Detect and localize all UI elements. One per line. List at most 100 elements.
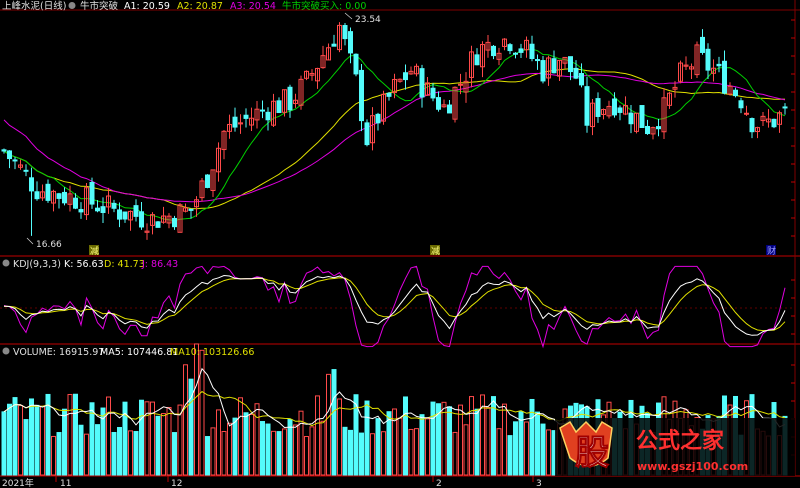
candle-body <box>447 104 452 114</box>
candle-body <box>716 63 722 67</box>
svg-text:减: 减 <box>431 245 440 257</box>
volume-bar <box>62 408 67 476</box>
volume-bar <box>386 411 392 476</box>
volume-bar <box>155 415 161 476</box>
volume-bar <box>56 432 62 476</box>
candle-body <box>535 59 540 62</box>
candle-body <box>364 122 370 146</box>
candle-body <box>584 86 590 126</box>
candle-body <box>705 48 711 71</box>
volume-header: VOLUME: 16915.97 MA5: 107446.81 MA10: 10… <box>2 347 254 358</box>
candle-body <box>430 87 436 99</box>
candle-body <box>172 217 177 228</box>
site-name: 公式之家 <box>636 428 725 454</box>
candle-body <box>749 118 755 133</box>
candle-body <box>573 67 579 79</box>
a3-value: A3: 20.54 <box>230 1 276 12</box>
x-label-year: 2021年 <box>2 477 34 488</box>
candle-body <box>100 206 106 214</box>
candle-body <box>260 109 265 112</box>
candle-body <box>287 86 293 111</box>
candle-body <box>78 209 84 213</box>
candle-body <box>458 83 463 86</box>
candle-body <box>34 191 40 200</box>
signal-value: 牛市突破买入: 0.00 <box>282 0 366 12</box>
candle-body <box>56 193 62 199</box>
volume-settings-icon[interactable] <box>2 347 10 355</box>
volume-bar <box>95 424 100 476</box>
candle-body <box>139 211 144 228</box>
volume-bar <box>7 403 12 476</box>
candle-body <box>733 89 738 97</box>
candle-body <box>403 72 408 81</box>
candle-body <box>375 113 381 124</box>
main-header: 上峰水泥(日线) 牛市突破 A1: 20.59 A2: 20.87 A3: 20… <box>2 0 366 12</box>
watermark: 股 公式之家 www.gszj100.com <box>555 418 795 476</box>
candle-body <box>62 191 67 204</box>
candle-body <box>353 53 359 75</box>
kdj-j: J: 86.43 <box>141 259 178 270</box>
kdj-k: K: 56.63 <box>64 259 104 270</box>
candle-body <box>89 181 95 205</box>
kdj-settings-icon[interactable] <box>2 259 10 267</box>
kdj-title: KDJ(9,3,3) <box>13 259 61 270</box>
candle-body <box>12 159 18 162</box>
candle-body <box>419 68 425 98</box>
candle-body <box>645 125 650 135</box>
volume-bar <box>23 419 29 476</box>
badge-1[interactable]: 减 <box>89 245 99 257</box>
volume-ma5: MA5: 107446.81 <box>100 347 178 358</box>
candle-body <box>639 105 645 128</box>
candle-body <box>628 112 634 125</box>
candle-body <box>386 92 392 97</box>
volume-bar <box>540 423 546 476</box>
kdj-d: D: 41.73 <box>104 259 145 270</box>
svg-text:减: 减 <box>90 245 99 257</box>
candle-body <box>1 149 7 152</box>
candle-body <box>73 197 78 209</box>
candle-body <box>117 209 122 220</box>
x-label-3: 3 <box>536 479 542 488</box>
volume-bar <box>529 398 535 476</box>
volume-bar <box>348 429 353 476</box>
candle-body <box>359 69 364 122</box>
candle-body <box>265 111 271 121</box>
svg-text:财: 财 <box>767 245 776 257</box>
volume-bar <box>117 427 122 476</box>
site-url: www.gszj100.com <box>637 460 748 473</box>
candle-body <box>45 183 51 201</box>
volume-bar <box>111 431 117 476</box>
volume-bar <box>375 418 381 476</box>
volume-bar <box>364 400 370 476</box>
volume-bar <box>1 411 7 476</box>
volume-bar <box>342 426 348 476</box>
volume-title: VOLUME: 16915.97 <box>13 347 104 358</box>
badge-2[interactable]: 减 <box>430 245 440 257</box>
settings-icon[interactable] <box>68 2 76 9</box>
candle-body <box>491 45 496 57</box>
high-label: 23.54 <box>355 15 381 25</box>
volume-bar <box>172 432 177 476</box>
volume-bar <box>260 421 265 476</box>
volume-bar <box>331 369 337 476</box>
candle-body <box>617 107 623 113</box>
candle-body <box>513 52 518 55</box>
volume-bar <box>359 432 364 476</box>
badge-3[interactable]: 财 <box>766 245 776 257</box>
candle-body <box>738 100 744 109</box>
candle-body <box>23 169 29 172</box>
a2-value: A2: 20.87 <box>177 1 223 12</box>
logo-glyph: 股 <box>575 433 609 473</box>
x-label-11: 11 <box>60 479 71 488</box>
a1-value: A1: 20.59 <box>124 1 170 12</box>
candle-body <box>474 54 480 66</box>
volume-bar <box>535 411 540 476</box>
candle-body <box>612 98 617 116</box>
kdj-header: KDJ(9,3,3) K: 56.63 D: 41.73 J: 86.43 <box>2 259 178 270</box>
volume-bar <box>419 414 425 476</box>
volume-bar <box>45 393 51 476</box>
stock-chart[interactable]: 上峰水泥(日线) 牛市突破 A1: 20.59 A2: 20.87 A3: 20… <box>0 0 800 488</box>
volume-bar <box>205 436 210 476</box>
x-label-12: 12 <box>171 479 182 488</box>
candle-body <box>122 211 128 220</box>
